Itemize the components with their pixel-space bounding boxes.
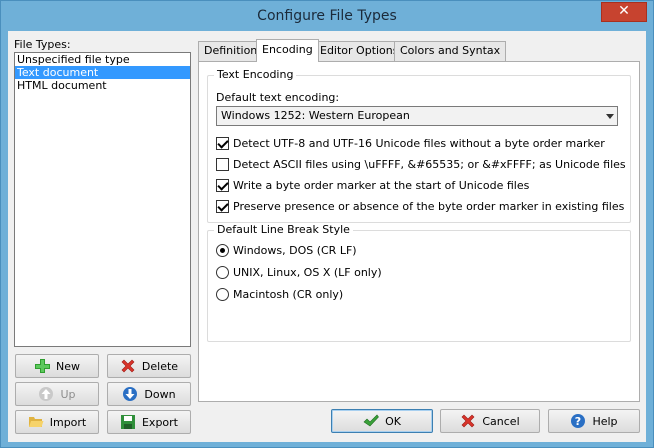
list-item[interactable]: Unspecified file type — [15, 53, 190, 66]
cancel-button-label: Cancel — [482, 414, 520, 428]
down-button[interactable]: Down — [107, 382, 191, 406]
window-title: Configure File Types — [257, 8, 397, 24]
line-break-windows-label: Windows, DOS (CR LF) — [233, 243, 357, 257]
line-break-unix-radio[interactable] — [216, 265, 229, 279]
export-button-label: Export — [141, 415, 178, 429]
import-button[interactable]: Import — [15, 410, 99, 434]
line-break-unix-label: UNIX, Linux, OS X (LF only) — [233, 265, 382, 279]
plus-icon — [35, 359, 50, 373]
text-encoding-group-title: Text Encoding — [214, 68, 297, 81]
write-bom-label: Write a byte order marker at the start o… — [233, 178, 530, 192]
down-button-label: Down — [144, 387, 176, 401]
import-button-label: Import — [49, 415, 87, 429]
file-types-list[interactable]: Unspecified file type Text document HTML… — [14, 52, 191, 347]
write-bom-option[interactable]: Write a byte order marker at the start o… — [216, 178, 529, 192]
ok-button[interactable]: OK — [331, 409, 433, 433]
detect-ascii-checkbox[interactable] — [216, 157, 229, 171]
line-break-mac-option[interactable]: Macintosh (CR only) — [216, 287, 343, 301]
dialog-window: Configure File Types ✕ File Types: Unspe… — [0, 0, 654, 448]
export-button[interactable]: Export — [107, 410, 191, 434]
default-encoding-select[interactable]: Windows 1252: Western European — [216, 106, 618, 126]
line-break-group: Default Line Break Style Windows, DOS (C… — [207, 223, 631, 342]
folder-open-icon — [28, 417, 44, 427]
write-bom-checkbox[interactable] — [216, 178, 229, 192]
preserve-bom-label: Preserve presence or absence of the byte… — [233, 199, 625, 213]
x-icon — [121, 359, 135, 373]
preserve-bom-option[interactable]: Preserve presence or absence of the byte… — [216, 199, 624, 213]
arrow-up-icon — [39, 387, 54, 401]
chevron-down-icon — [606, 114, 614, 119]
new-button[interactable]: New — [15, 354, 99, 378]
close-button[interactable]: ✕ — [601, 2, 647, 22]
ok-button-label: OK — [385, 414, 401, 428]
file-types-label: File Types: — [14, 38, 71, 51]
detect-ascii-option[interactable]: Detect ASCII files using \uFFFF, &#65535… — [216, 157, 626, 171]
detect-utf-option[interactable]: Detect UTF-8 and UTF-16 Unicode files wi… — [216, 136, 605, 150]
title-bar[interactable]: Configure File Types ✕ — [1, 1, 653, 31]
arrow-down-icon — [123, 387, 138, 401]
tab-colors-and-syntax[interactable]: Colors and Syntax — [394, 41, 507, 61]
list-item[interactable]: Text document — [15, 66, 190, 79]
x-icon — [461, 414, 475, 428]
save-icon — [120, 415, 135, 429]
tab-definition[interactable]: Definition — [198, 41, 264, 61]
delete-button[interactable]: Delete — [107, 354, 191, 378]
line-break-mac-label: Macintosh (CR only) — [233, 287, 344, 301]
checkmark-icon — [363, 414, 379, 427]
line-break-group-title: Default Line Break Style — [214, 223, 353, 236]
delete-button-label: Delete — [141, 359, 179, 373]
tab-encoding[interactable]: Encoding — [256, 39, 319, 62]
cancel-button[interactable]: Cancel — [440, 409, 540, 433]
encoding-panel: Text Encoding Default text encoding: Win… — [198, 61, 640, 402]
default-encoding-value: Windows 1252: Western European — [221, 109, 410, 122]
help-button-label: Help — [592, 414, 618, 428]
list-item[interactable]: HTML document — [15, 79, 190, 92]
tab-editor-options[interactable]: Editor Options — [314, 41, 405, 61]
line-break-windows-radio[interactable] — [216, 243, 229, 257]
close-icon: ✕ — [618, 3, 630, 19]
default-encoding-label: Default text encoding: — [216, 91, 340, 104]
svg-text:?: ? — [575, 415, 581, 428]
line-break-mac-radio[interactable] — [216, 287, 229, 301]
line-break-unix-option[interactable]: UNIX, Linux, OS X (LF only) — [216, 265, 382, 279]
help-button[interactable]: ? Help — [548, 409, 640, 433]
up-button[interactable]: Up — [15, 382, 99, 406]
preserve-bom-checkbox[interactable] — [216, 199, 229, 213]
help-icon: ? — [571, 414, 586, 428]
text-encoding-group: Text Encoding Default text encoding: Win… — [207, 68, 631, 223]
detect-utf-label: Detect UTF-8 and UTF-16 Unicode files wi… — [233, 136, 605, 150]
up-button-label: Up — [60, 387, 76, 401]
detect-utf-checkbox[interactable] — [216, 136, 229, 150]
new-button-label: New — [56, 359, 80, 373]
dialog-client: File Types: Unspecified file type Text d… — [8, 31, 646, 442]
line-break-windows-option[interactable]: Windows, DOS (CR LF) — [216, 243, 357, 257]
detect-ascii-label: Detect ASCII files using \uFFFF, &#65535… — [233, 157, 626, 171]
